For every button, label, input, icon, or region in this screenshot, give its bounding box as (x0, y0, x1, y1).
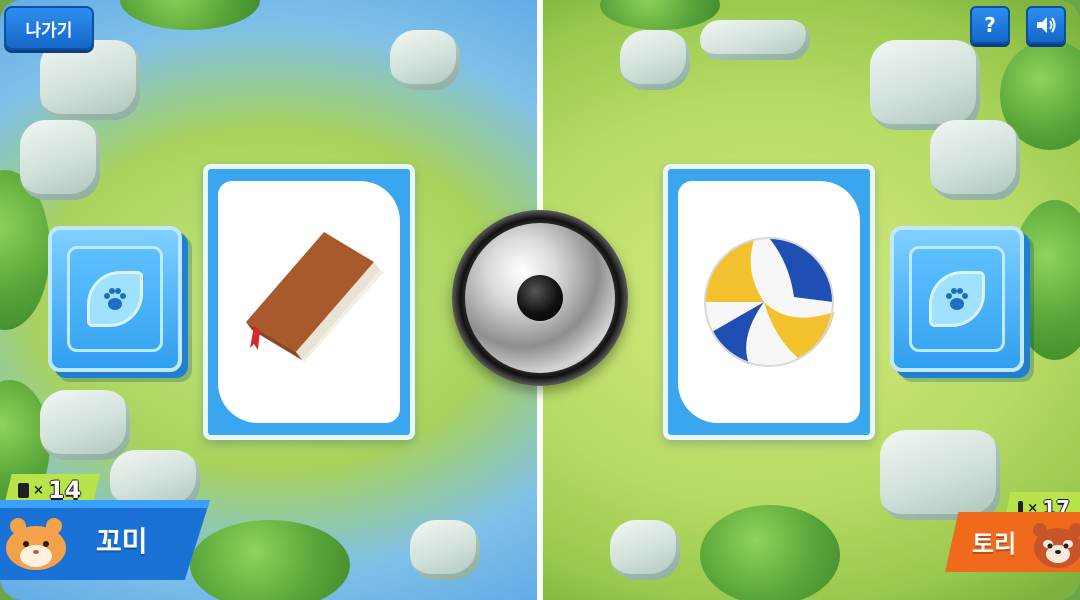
bell-dome (465, 223, 615, 373)
card-face (678, 181, 860, 423)
help-button[interactable]: ? (970, 6, 1010, 44)
exit-button[interactable]: 나가기 (4, 6, 94, 50)
leaf-emblem (87, 271, 143, 327)
rock-pillar (620, 30, 690, 90)
volleyball-icon (704, 237, 834, 367)
paw-icon (104, 288, 126, 310)
rock-pillar (930, 120, 1020, 200)
sound-button[interactable] (1026, 6, 1066, 44)
rock-pillar (40, 40, 140, 120)
book-icon (246, 232, 384, 362)
bush-decoration (700, 505, 840, 600)
card-count-icon (18, 482, 29, 498)
right-deck[interactable] (890, 226, 1024, 372)
rock-pillar (20, 120, 100, 200)
left-player-name: 꼬미 (96, 525, 148, 558)
banner-stripe (0, 500, 210, 508)
bush-decoration (120, 0, 260, 30)
bell-icon[interactable] (452, 210, 628, 386)
red-panda-avatar (1033, 523, 1080, 568)
rock-pillar (610, 520, 680, 580)
bush-decoration (190, 520, 350, 600)
leaf-emblem (929, 271, 985, 327)
left-deck[interactable] (48, 226, 182, 372)
left-played-card (203, 164, 415, 440)
deck-face (909, 246, 1005, 352)
paw-icon (946, 288, 968, 310)
card-face (218, 181, 400, 423)
rock-pillar (40, 390, 130, 460)
hamster-avatar (6, 518, 66, 570)
card-count-value: 14 (47, 476, 82, 504)
rock-pillar (700, 20, 810, 60)
game-board: 나가기 ? × 14 꼬미 × 17 토리 (0, 0, 1080, 600)
rock-pillar (390, 30, 460, 90)
rock-pillar (410, 520, 480, 580)
speaker-icon (1037, 17, 1056, 33)
rock-pillar (880, 430, 1000, 520)
count-multiplier: × (33, 482, 44, 498)
right-played-card (663, 164, 875, 440)
rock-pillar (870, 40, 980, 130)
bell-button (517, 275, 563, 321)
right-player-name: 토리 (972, 530, 1017, 558)
deck-face (67, 246, 163, 352)
